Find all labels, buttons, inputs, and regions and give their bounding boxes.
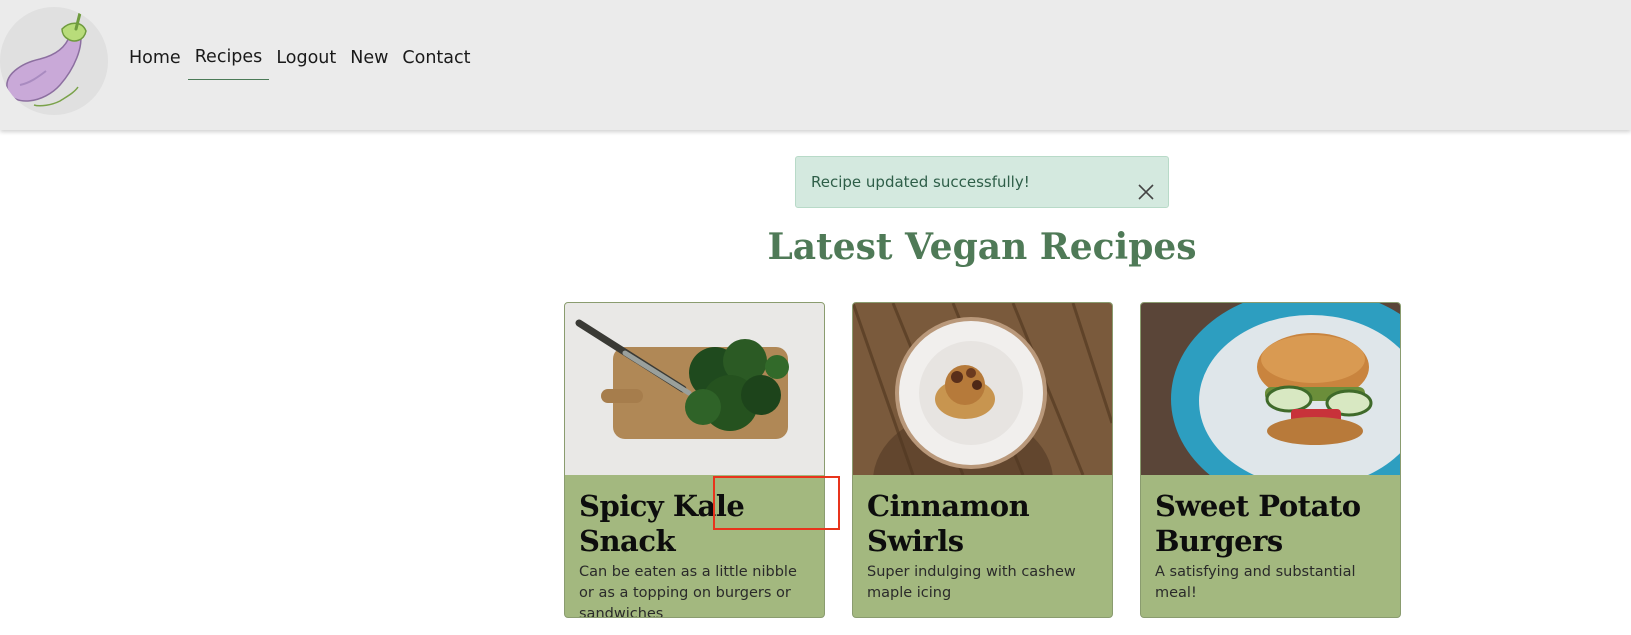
recipe-card-body: Spicy Kale Snack Can be eaten as a littl…	[565, 475, 824, 618]
main-nav: Home Recipes Logout New Contact	[129, 44, 478, 80]
nav-contact-link[interactable]: Contact	[395, 45, 477, 80]
nav-logout-link[interactable]: Logout	[269, 45, 343, 80]
recipe-card-body: Cinnamon Swirls Super indulging with cas…	[853, 475, 1112, 604]
recipe-image-kale	[565, 303, 824, 475]
nav-recipes-link[interactable]: Recipes	[187, 44, 270, 80]
nav-home-link[interactable]: Home	[129, 45, 188, 80]
recipe-description: Can be eaten as a little nibble or as a …	[579, 564, 797, 618]
page-title: Latest Vegan Recipes	[767, 226, 1197, 268]
navbar: Home Recipes Logout New Contact	[0, 0, 1631, 130]
success-alert: Recipe updated successfully!	[795, 156, 1169, 208]
recipe-title[interactable]: Sweet Potato Burgers	[1155, 489, 1386, 559]
close-icon[interactable]	[1136, 172, 1156, 200]
recipe-image-cinnamon	[853, 303, 1112, 475]
recipe-title[interactable]: Cinnamon Swirls	[867, 489, 1098, 559]
recipe-description: A satisfying and substantial meal!	[1155, 564, 1356, 601]
recipe-image-burger	[1141, 303, 1400, 475]
eggplant-logo[interactable]	[0, 7, 108, 115]
recipe-card[interactable]: Sweet Potato Burgers A satisfying and su…	[1140, 302, 1401, 618]
eggplant-icon	[6, 11, 87, 107]
nav-new-link[interactable]: New	[343, 45, 395, 80]
recipe-card[interactable]: Cinnamon Swirls Super indulging with cas…	[852, 302, 1113, 618]
recipe-title[interactable]: Spicy Kale Snack	[579, 489, 810, 559]
alert-message: Recipe updated successfully!	[811, 173, 1030, 191]
recipe-description: Super indulging with cashew maple icing	[867, 564, 1076, 601]
recipe-card-body: Sweet Potato Burgers A satisfying and su…	[1141, 475, 1400, 604]
recipe-card[interactable]: Spicy Kale Snack Can be eaten as a littl…	[564, 302, 825, 618]
